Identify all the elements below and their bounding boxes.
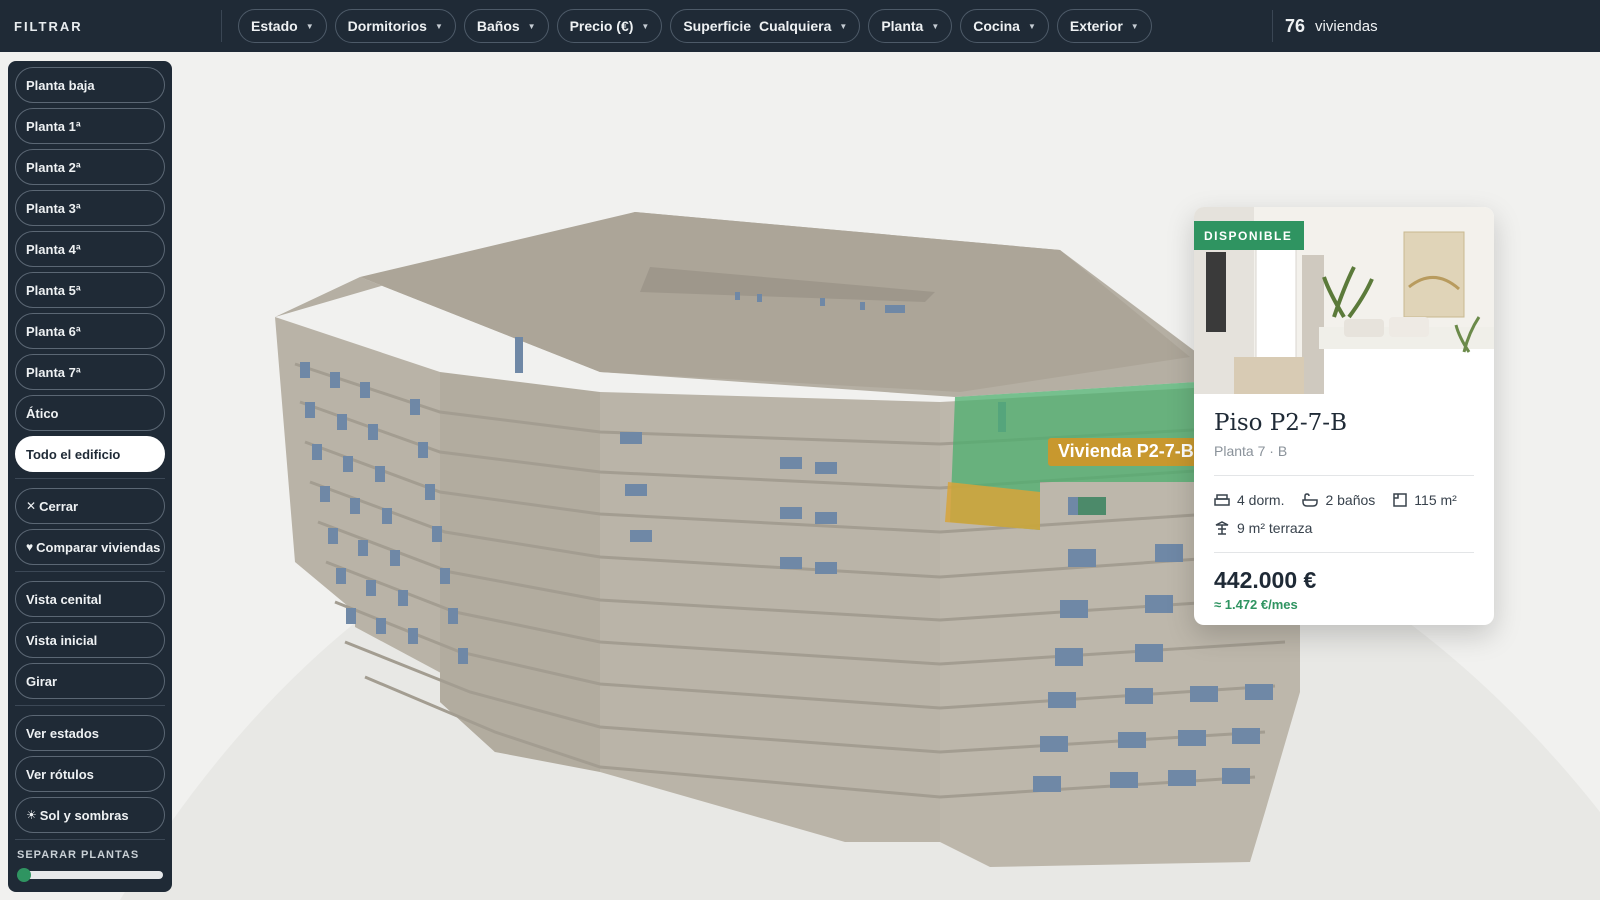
unit-title: Piso P2-7-B <box>1214 410 1347 436</box>
unit-monthly-price: ≈ 1.472 €/mes <box>1214 597 1298 612</box>
view-inicial-button[interactable]: Vista inicial <box>15 622 165 658</box>
roof-upper <box>360 212 1190 392</box>
unit-specs: 4 dorm. 2 baños 115 m² <box>1214 492 1474 508</box>
separate-floors-slider[interactable] <box>17 868 163 882</box>
slider-handle[interactable] <box>17 868 31 882</box>
floor-button-planta-4[interactable]: Planta 4ª <box>15 231 165 267</box>
card-body: Piso P2-7-B Planta 7 · B 4 dorm. 2 baños… <box>1194 394 1494 612</box>
area-icon <box>1393 493 1408 507</box>
filter-bar: FILTRAR Estado ▼ Dormitorios ▼ Baños ▼ Prec… <box>0 0 1600 52</box>
floor-button-atico[interactable]: Ático <box>15 395 165 431</box>
filter-superficie[interactable]: Superficie Cualquiera ▼ <box>670 9 861 43</box>
compare-button[interactable]: ♥ Comparar viviendas <box>15 529 165 565</box>
toggle-sun-button[interactable]: ☀ Sol y sombras <box>15 797 165 833</box>
unit-window <box>1078 497 1106 515</box>
divider <box>15 478 165 479</box>
floor-button-todo-el-edificio[interactable]: Todo el edificio <box>15 436 165 472</box>
divider <box>15 705 165 706</box>
filter-dormitorios[interactable]: Dormitorios ▼ <box>334 9 456 43</box>
separate-floors-label: SEPARAR PLANTAS <box>17 849 140 861</box>
view-cenital-button[interactable]: Vista cenital <box>15 581 165 617</box>
filter-exterior[interactable]: Exterior ▼ <box>1056 9 1152 43</box>
unit-price: 442.000 € <box>1214 567 1317 593</box>
divider <box>1214 475 1474 476</box>
chevron-down-icon: ▼ <box>641 21 650 31</box>
rotate-button[interactable]: Girar <box>15 663 165 699</box>
spec-bedrooms: 4 dorm. <box>1214 492 1284 508</box>
unit-photo: DISPONIBLE <box>1194 207 1494 394</box>
results-counter: 76 viviendas <box>1272 10 1378 42</box>
filter-banos[interactable]: Baños ▼ <box>463 9 549 43</box>
unit-subtitle: Planta 7 · B <box>1214 443 1288 459</box>
results-count: 76 <box>1285 15 1306 36</box>
heart-icon: ♥ <box>26 540 34 554</box>
floor-button-planta-baja[interactable]: Planta baja <box>15 67 165 103</box>
floor-button-planta-6[interactable]: Planta 6ª <box>15 313 165 349</box>
floor-button-planta-1[interactable]: Planta 1ª <box>15 108 165 144</box>
status-badge: DISPONIBLE <box>1194 221 1305 250</box>
floor-button-planta-3[interactable]: Planta 3ª <box>15 190 165 226</box>
chevron-down-icon: ▼ <box>305 21 314 31</box>
chevron-down-icon: ▼ <box>839 21 848 31</box>
divider <box>15 839 165 840</box>
view-sidebar: Planta baja Planta 1ª Planta 2ª Planta 3… <box>8 61 172 892</box>
bed-icon <box>1214 494 1230 506</box>
spec-area: 115 m² <box>1393 492 1457 508</box>
floor-button-planta-2[interactable]: Planta 2ª <box>15 149 165 185</box>
floor-button-planta-5[interactable]: Planta 5ª <box>15 272 165 308</box>
chevron-down-icon: ▼ <box>931 21 940 31</box>
filter-list: Estado ▼ Dormitorios ▼ Baños ▼ Precio (€) ▼ … <box>222 9 1152 43</box>
chevron-down-icon: ▼ <box>434 21 443 31</box>
unit-label[interactable]: Vivienda P2-7-B <box>1048 438 1198 466</box>
facade-left-center <box>440 372 600 772</box>
results-label: viviendas <box>1315 17 1378 35</box>
filter-superficie-value: Cualquiera <box>759 18 832 34</box>
filter-planta[interactable]: Planta ▼ <box>868 9 953 43</box>
bath-icon <box>1302 493 1319 507</box>
filter-estado[interactable]: Estado ▼ <box>238 9 327 43</box>
divider <box>1214 552 1474 553</box>
chevron-down-icon: ▼ <box>527 21 536 31</box>
filter-precio[interactable]: Precio (€) ▼ <box>556 9 663 43</box>
floor-button-planta-7[interactable]: Planta 7ª <box>15 354 165 390</box>
sun-icon: ☀ <box>26 808 37 822</box>
chevron-down-icon: ▼ <box>1027 21 1036 31</box>
divider <box>15 571 165 572</box>
toggle-estados-button[interactable]: Ver estados <box>15 715 165 751</box>
filter-cocina[interactable]: Cocina ▼ <box>960 9 1049 43</box>
spec-terrace: 9 m² terraza <box>1214 520 1312 536</box>
filter-title: FILTRAR <box>0 10 222 42</box>
chevron-down-icon: ▼ <box>1130 21 1139 31</box>
unit-specs-extra: 9 m² terraza <box>1214 520 1474 536</box>
toggle-rotulos-button[interactable]: Ver rótulos <box>15 756 165 792</box>
close-button[interactable]: ✕ Cerrar <box>15 488 165 524</box>
spec-bathrooms: 2 baños <box>1302 492 1375 508</box>
terrace-icon <box>1215 521 1229 535</box>
close-icon: ✕ <box>26 499 37 513</box>
unit-info-card[interactable]: DISPONIBLE Piso P2-7-B Planta 7 · B 4 do… <box>1194 207 1494 625</box>
